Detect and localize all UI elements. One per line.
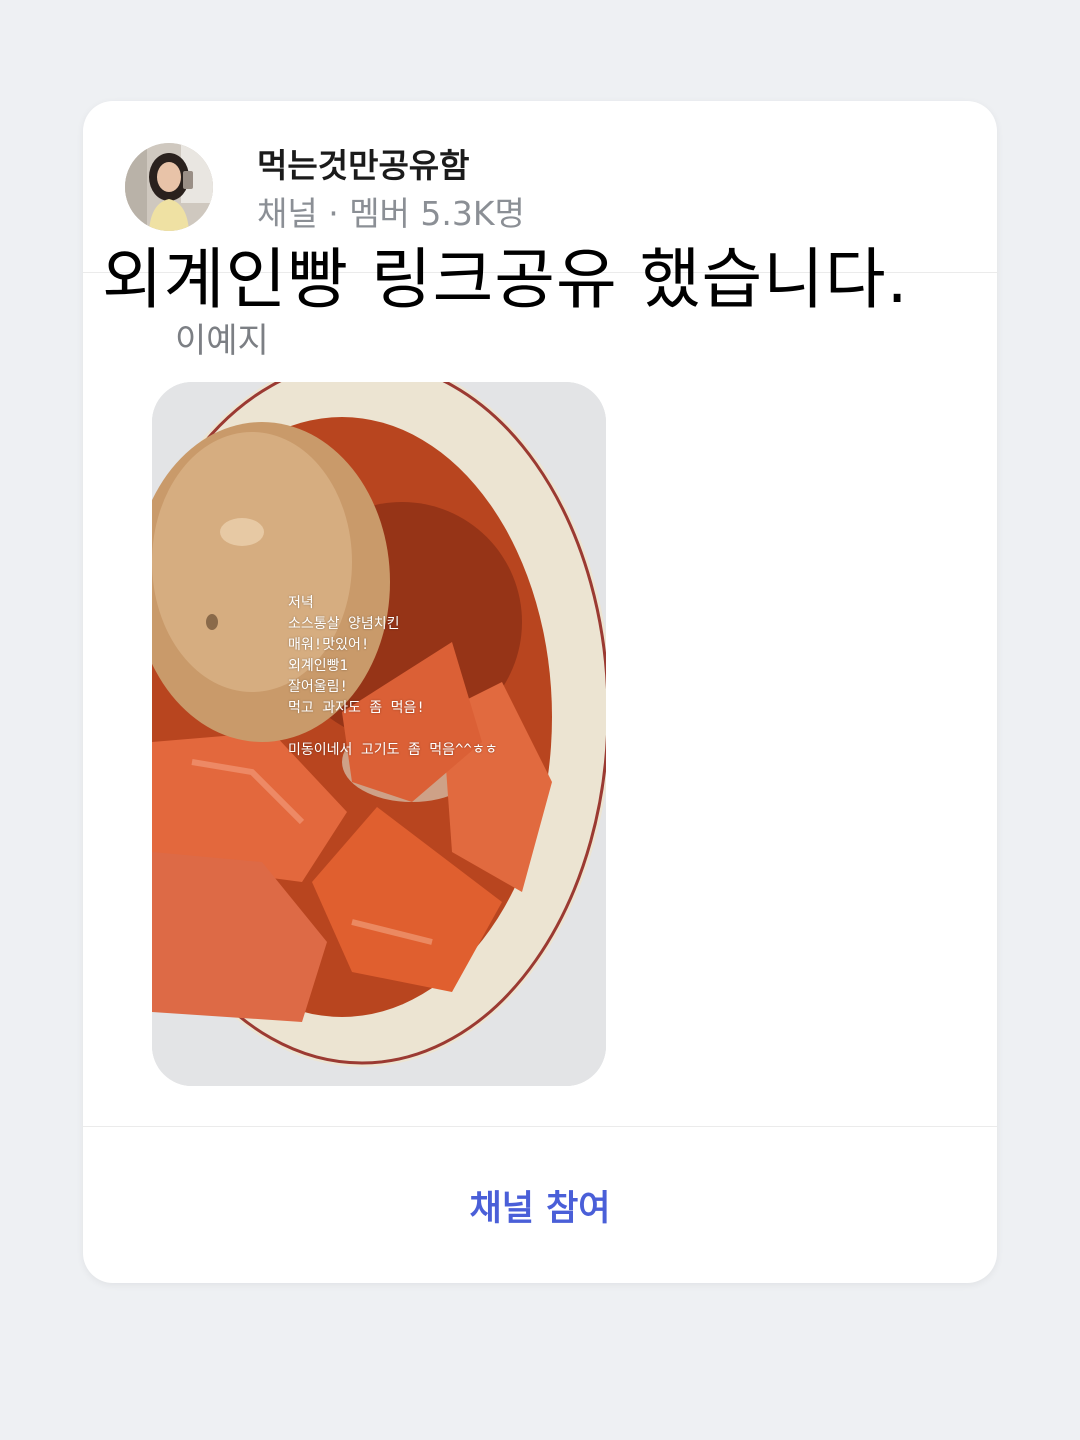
- overlay-line: 외계인빵1: [288, 658, 348, 674]
- join-channel-button[interactable]: 채널 참여: [83, 1127, 997, 1283]
- overlay-line: 저녁: [288, 595, 314, 611]
- overlay-line: 먹고 과자도 좀 먹음!: [288, 700, 425, 716]
- overlay-line: 매워!맛있어!: [288, 637, 370, 653]
- overlay-line: 미동이네서 고기도 좀 먹음^^ㅎㅎ: [288, 742, 498, 758]
- avatar-photo: [125, 143, 213, 231]
- overlay-line: 잘어울림!: [288, 679, 348, 695]
- photo-overlay-text: 저녁 소스통살 양념치킨 매워!맛있어! 외계인빵1 잘어울림! 먹고 과자도 …: [288, 593, 498, 761]
- channel-name[interactable]: 먹는것만공유함: [257, 139, 470, 187]
- overlay-line: 소스통살 양념치킨: [288, 616, 400, 632]
- message-photo[interactable]: 저녁 소스통살 양념치킨 매워!맛있어! 외계인빵1 잘어울림! 먹고 과자도 …: [152, 382, 606, 1086]
- overlay-caption: 외계인빵 링크공유 했습니다.: [102, 241, 909, 318]
- channel-avatar[interactable]: [125, 143, 213, 231]
